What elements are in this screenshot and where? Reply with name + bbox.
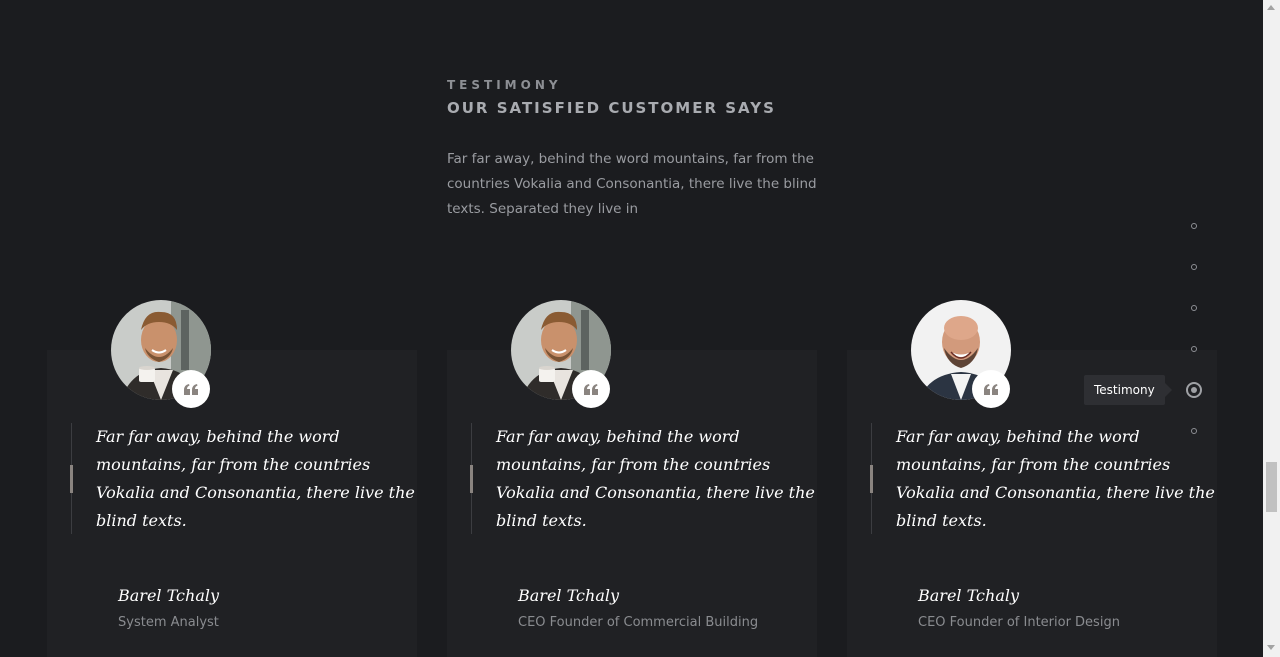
quote-badge	[172, 370, 210, 408]
quote-text: Far far away, behind the word mountains,…	[896, 427, 1215, 530]
section-nav-dot[interactable]	[1191, 264, 1197, 270]
section-title: OUR SATISFIED CUSTOMER SAYS	[447, 99, 776, 117]
quote-block: Far far away, behind the word mountains,…	[470, 423, 816, 534]
section-subheading: TESTIMONY	[447, 78, 562, 92]
quote-badge	[972, 370, 1010, 408]
section-heading: TESTIMONY OUR SATISFIED CUSTOMER SAYS Fa…	[447, 78, 827, 222]
quote-badge	[572, 370, 610, 408]
scrollbar[interactable]	[1263, 0, 1280, 657]
author-name: Barel Tchaly	[118, 586, 220, 605]
section-nav-dot[interactable]	[1191, 428, 1197, 434]
quote-icon	[184, 380, 198, 399]
section-nav-dot-active[interactable]	[1186, 382, 1202, 398]
quote-text: Far far away, behind the word mountains,…	[496, 427, 815, 530]
section-nav-tooltip: Testimony	[1084, 375, 1172, 405]
author-role: CEO Founder of Commercial Building	[518, 615, 759, 630]
quote-block: Far far away, behind the word mountains,…	[870, 423, 1216, 534]
scrollbar-thumb[interactable]	[1266, 462, 1277, 512]
section-intro: Far far away, behind the word mountains,…	[447, 151, 817, 217]
testimonial-card: Far far away, behind the word mountains,…	[47, 300, 417, 657]
section-nav-dot[interactable]	[1191, 223, 1197, 229]
quote-text: Far far away, behind the word mountains,…	[96, 427, 415, 530]
quote-block: Far far away, behind the word mountains,…	[70, 423, 416, 534]
author-name: Barel Tchaly	[518, 586, 620, 605]
page: TESTIMONY OUR SATISFIED CUSTOMER SAYS Fa…	[0, 0, 1263, 657]
scroll-up-arrow-icon[interactable]	[1267, 5, 1275, 10]
scroll-down-arrow-icon[interactable]	[1267, 645, 1275, 650]
section-nav-dot[interactable]	[1191, 305, 1197, 311]
quote-icon	[984, 380, 998, 399]
author-name: Barel Tchaly	[918, 586, 1020, 605]
author-role: CEO Founder of Interior Design	[918, 615, 1120, 630]
testimonial-card: Far far away, behind the word mountains,…	[447, 300, 817, 657]
author-role: System Analyst	[118, 615, 219, 630]
section-nav-dot[interactable]	[1191, 346, 1197, 352]
quote-icon	[584, 380, 598, 399]
